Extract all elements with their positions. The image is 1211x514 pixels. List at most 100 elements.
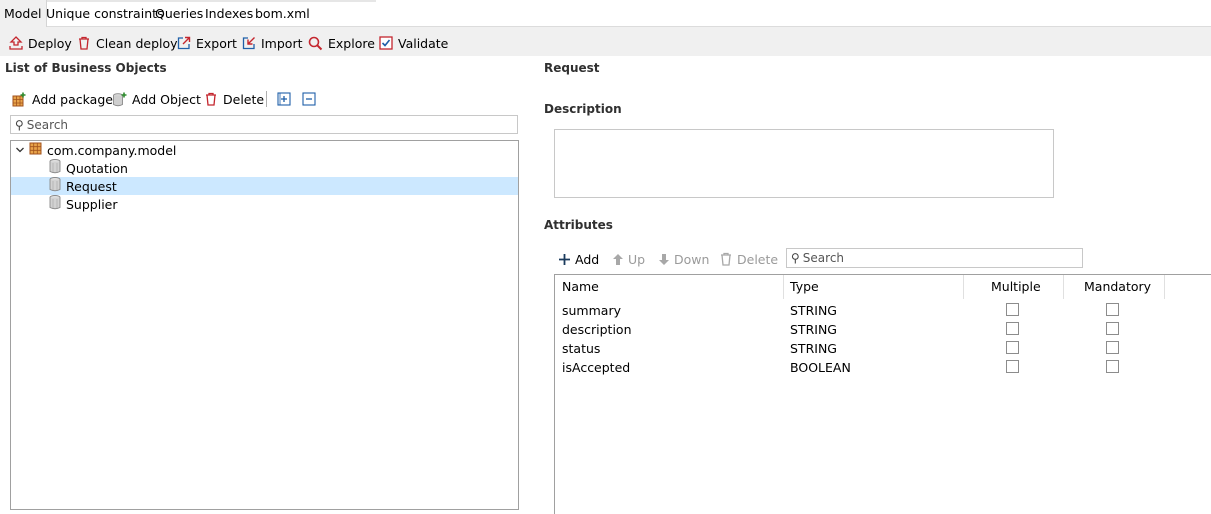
tree-item-label: Request: [66, 178, 117, 194]
attribute-type-cell[interactable]: BOOLEAN: [790, 358, 851, 377]
tree-package-row[interactable]: com.company.model: [11, 141, 518, 159]
multiple-checkbox[interactable]: [1006, 360, 1019, 373]
explore-label: Explore: [328, 35, 375, 51]
mandatory-checkbox[interactable]: [1106, 322, 1119, 335]
column-header-mandatory[interactable]: Mandatory: [1077, 275, 1151, 299]
column-divider: [963, 275, 964, 299]
tree-item-quotation[interactable]: Quotation: [11, 159, 518, 177]
move-up-button[interactable]: Up: [612, 250, 645, 268]
arrow-down-icon: [659, 253, 669, 265]
expand-all-button[interactable]: [277, 92, 291, 109]
attributes-table: Name Type Multiple Mandatory summary STR…: [554, 274, 1211, 514]
deploy-button[interactable]: Deploy: [9, 34, 72, 52]
magnifier-icon: [308, 36, 323, 50]
clean-deploy-button[interactable]: Clean deploy: [77, 34, 178, 52]
export-button[interactable]: Export: [177, 34, 237, 52]
package-icon: [29, 142, 47, 158]
attribute-type-cell[interactable]: STRING: [790, 320, 837, 339]
multiple-checkbox[interactable]: [1006, 322, 1019, 335]
search-icon: ⚲: [15, 117, 24, 132]
tree-item-label: Quotation: [66, 160, 128, 176]
delete-attribute-label: Delete: [737, 251, 779, 267]
objects-search-input[interactable]: [23, 117, 517, 132]
tab-bom-xml[interactable]: bom.xml: [255, 0, 310, 27]
column-divider: [1063, 275, 1064, 299]
business-object-icon: [49, 159, 66, 177]
attribute-name-cell[interactable]: summary: [562, 301, 621, 320]
clean-deploy-label: Clean deploy: [96, 35, 178, 51]
explore-button[interactable]: Explore: [308, 34, 375, 52]
tree-item-request[interactable]: Request: [11, 177, 518, 195]
add-package-button[interactable]: Add package: [12, 90, 113, 108]
attribute-type-cell[interactable]: STRING: [790, 301, 837, 320]
attribute-type-cell[interactable]: STRING: [790, 339, 837, 358]
trash-icon: [79, 36, 89, 50]
import-button[interactable]: Import: [242, 34, 303, 52]
add-package-label: Add package: [32, 91, 113, 107]
attributes-search-input[interactable]: [799, 251, 1082, 265]
move-down-button[interactable]: Down: [658, 250, 709, 268]
deploy-icon: [9, 36, 23, 50]
validate-label: Validate: [398, 35, 449, 51]
tab-indexes[interactable]: Indexes: [205, 0, 253, 27]
attributes-search[interactable]: ⚲: [786, 248, 1083, 268]
objects-search[interactable]: ⚲: [10, 115, 518, 134]
chevron-down-icon: [15, 143, 29, 158]
move-up-label: Up: [628, 251, 646, 267]
delete-label: Delete: [223, 91, 265, 107]
business-objects-tree[interactable]: com.company.model Quotation Request Supp…: [10, 140, 519, 510]
package-add-icon: [12, 92, 26, 106]
attribute-name-cell[interactable]: description: [562, 320, 632, 339]
business-object-icon: [49, 177, 66, 195]
collapse-all-icon: [302, 92, 316, 106]
description-textarea[interactable]: [554, 129, 1054, 198]
import-icon: [242, 37, 255, 50]
deploy-label: Deploy: [28, 35, 72, 51]
expand-all-icon: [277, 92, 291, 106]
object-name-title: Request: [544, 61, 600, 75]
object-add-icon: [113, 92, 127, 106]
tab-unique-constraints[interactable]: Unique constraints: [46, 0, 164, 27]
delete-attribute-button[interactable]: Delete: [719, 250, 778, 268]
editor-tab-bar: Model Unique constraints Queries Indexes…: [0, 0, 1211, 27]
tab-queries[interactable]: Queries: [155, 0, 203, 27]
attribute-name-cell[interactable]: status: [562, 339, 600, 358]
trash-icon: [721, 252, 731, 266]
delete-object-button[interactable]: Delete: [204, 90, 264, 108]
column-header-name[interactable]: Name: [555, 275, 599, 299]
plus-icon: [559, 253, 570, 265]
mandatory-checkbox[interactable]: [1106, 360, 1119, 373]
arrow-up-icon: [613, 253, 623, 265]
export-label: Export: [196, 35, 237, 51]
validate-button[interactable]: Validate: [379, 34, 448, 52]
tab-model[interactable]: Model: [0, 0, 47, 27]
tree-item-label: Supplier: [66, 196, 118, 212]
column-header-multiple[interactable]: Multiple: [984, 275, 1041, 299]
main-toolbar: Deploy Clean deploy Export Import Explor…: [0, 27, 1211, 56]
export-icon: [177, 36, 191, 50]
search-icon: ⚲: [791, 251, 800, 265]
multiple-checkbox[interactable]: [1006, 303, 1019, 316]
multiple-checkbox[interactable]: [1006, 341, 1019, 354]
move-down-label: Down: [674, 251, 710, 267]
add-attribute-label: Add: [575, 251, 600, 267]
business-object-icon: [49, 195, 66, 213]
business-objects-title: List of Business Objects: [5, 61, 167, 75]
mandatory-checkbox[interactable]: [1106, 303, 1119, 316]
import-label: Import: [261, 35, 303, 51]
trash-icon: [206, 92, 216, 106]
add-object-button[interactable]: Add Object: [112, 90, 201, 108]
attributes-title: Attributes: [544, 218, 613, 232]
collapse-all-button[interactable]: [302, 92, 316, 109]
checkbox-check-icon: [379, 36, 393, 50]
column-header-type[interactable]: Type: [783, 275, 819, 299]
add-attribute-button[interactable]: Add: [558, 250, 599, 268]
column-divider: [1164, 275, 1165, 299]
description-title: Description: [544, 102, 622, 116]
tree-item-supplier[interactable]: Supplier: [11, 195, 518, 213]
attribute-name-cell[interactable]: isAccepted: [562, 358, 630, 377]
add-object-label: Add Object: [132, 91, 201, 107]
package-label: com.company.model: [47, 142, 177, 158]
toolbar-separator: [266, 91, 267, 107]
mandatory-checkbox[interactable]: [1106, 341, 1119, 354]
